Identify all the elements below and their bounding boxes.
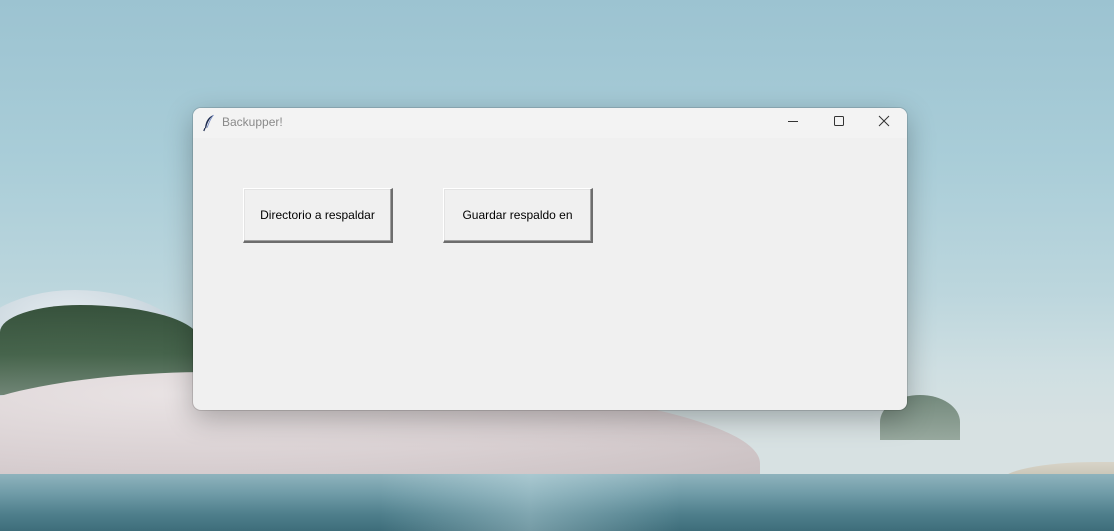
select-backup-destination-button[interactable]: Guardar respaldo en (443, 188, 593, 243)
feather-icon (202, 114, 216, 132)
maximize-button[interactable] (816, 108, 862, 138)
title-bar[interactable]: Backupper! (193, 108, 907, 138)
wallpaper-water (0, 474, 1114, 531)
minimize-button[interactable] (770, 108, 816, 138)
app-window: Backupper! Directorio a respaldar Guarda… (193, 108, 907, 410)
window-title: Backupper! (222, 115, 283, 129)
close-button[interactable] (861, 108, 907, 138)
select-source-directory-button[interactable]: Directorio a respaldar (243, 188, 393, 243)
close-icon (878, 114, 890, 132)
minimize-icon (787, 114, 799, 132)
maximize-icon (833, 114, 845, 132)
